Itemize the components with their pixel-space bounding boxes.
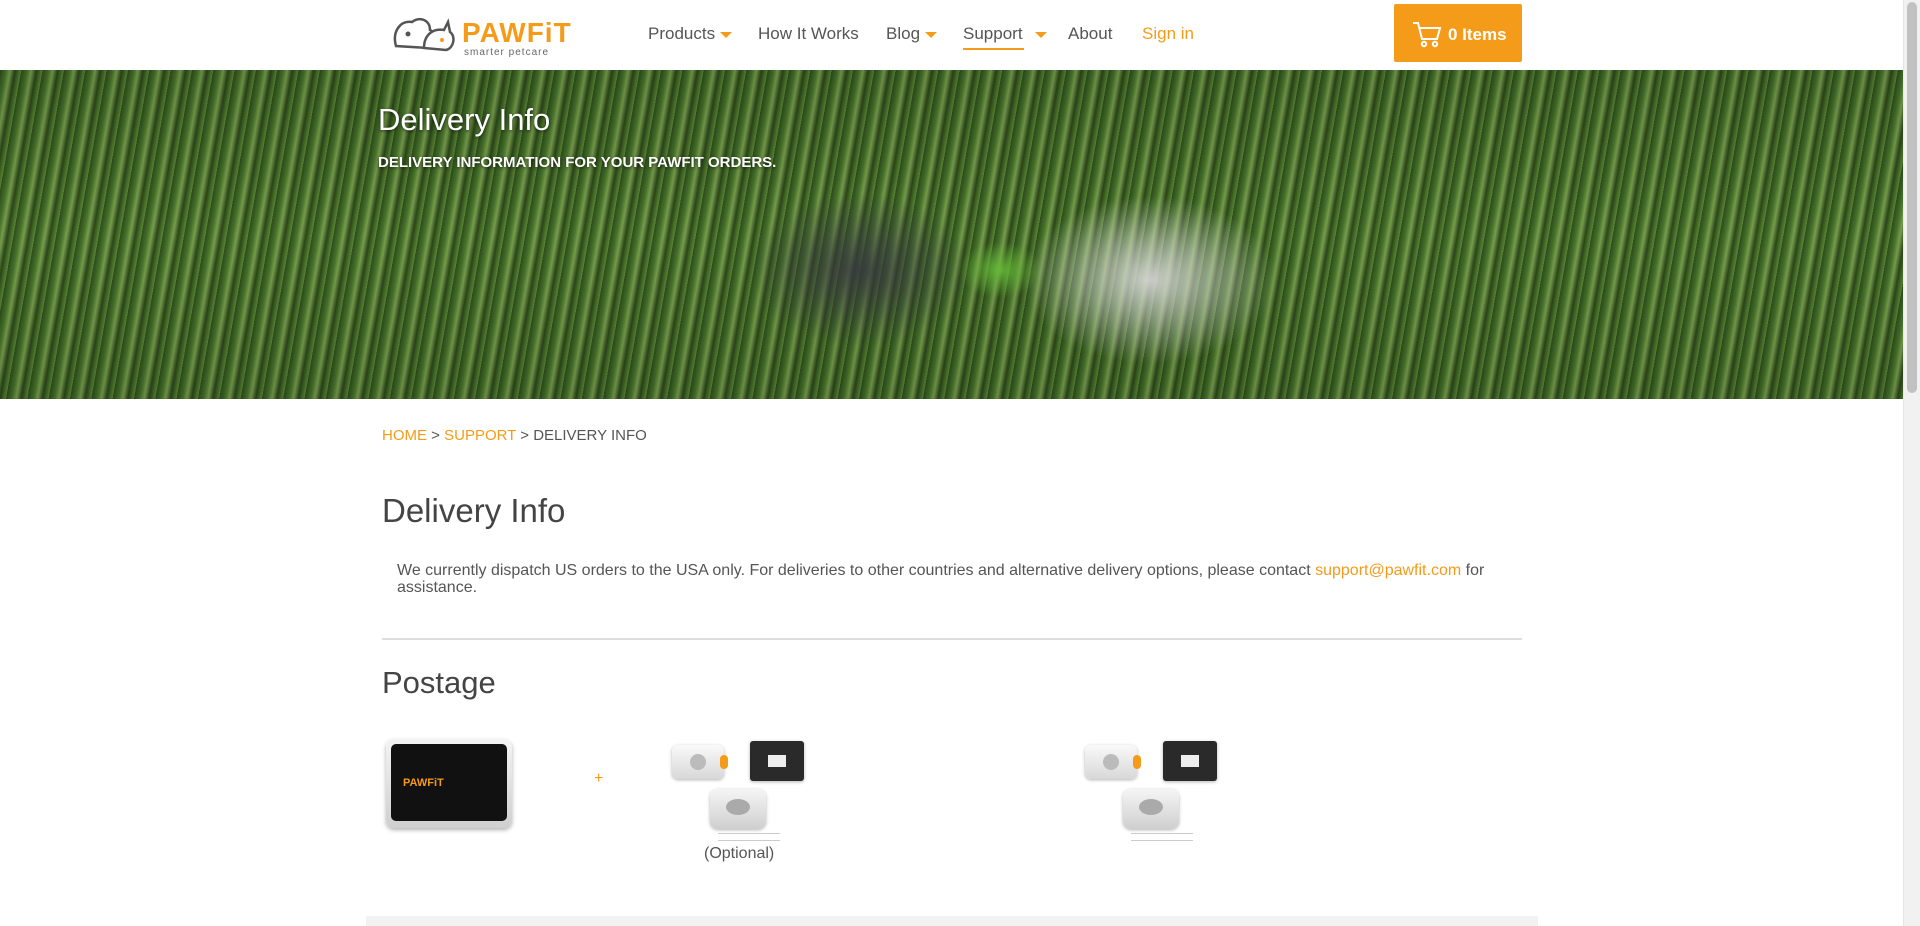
nav-blog[interactable]: Blog [886,24,938,44]
charger-accessory [1123,789,1179,829]
optional-label: (Optional) [704,845,775,862]
nav-blog-label: Blog [886,24,921,43]
nav-products-label: Products [648,24,716,43]
hero-subtitle: DELIVERY INFORMATION FOR YOUR PAWFIT ORD… [378,154,777,171]
section-divider [382,638,1522,640]
intro-text: We currently dispatch US orders to the U… [397,562,1316,579]
delivery-intro: We currently dispatch US orders to the U… [397,562,1507,596]
clip-accessory [1085,745,1141,779]
dog-cat-logo-icon [393,18,455,52]
nav-support[interactable]: Support [963,24,1047,50]
postage-heading: Postage [382,665,496,700]
cable-accessory [718,833,780,841]
nav-products[interactable]: Products [648,24,733,44]
accessories-image [1085,741,1225,851]
chevron-down-icon [1034,31,1047,38]
cart-button[interactable]: 0 Items [1394,4,1522,62]
tracker-screen-logo: PAWFiT [403,777,444,789]
cart-count: 0 Items [1448,25,1507,44]
hero-title: Delivery Info [378,102,551,137]
mount-accessory [750,741,804,781]
pawfit-logo[interactable]: PAWFiT smarter petcare [390,12,575,58]
brand-tagline: smarter petcare [464,47,550,58]
page-scrollbar[interactable] [1903,0,1920,926]
breadcrumb-separator: > [427,427,445,444]
scrollbar-thumb[interactable] [1907,2,1917,393]
content-panel-edge [366,916,1538,926]
nav-sign-in[interactable]: Sign in [1142,24,1194,44]
clip-accessory [672,745,728,779]
mount-accessory [1163,741,1217,781]
active-indicator [963,48,1024,50]
breadcrumb-separator: > [516,427,534,444]
charger-accessory [710,789,766,829]
nav-how-it-works[interactable]: How It Works [758,24,859,44]
site-header: PAWFiT smarter petcare Products How It W… [0,0,1903,70]
tracker-screen: PAWFiT [391,744,507,821]
support-email-link[interactable]: support@pawfit.com [1315,562,1461,579]
breadcrumb-current: DELIVERY INFO [533,427,647,444]
accessories-image [672,741,812,851]
breadcrumb-support[interactable]: SUPPORT [444,427,516,444]
brand-wordmark: PAWFiT [462,17,572,48]
pawfit-tracker-image: PAWFiT [386,739,512,828]
hero-banner: Delivery Info DELIVERY INFORMATION FOR Y… [0,70,1903,399]
page-title: Delivery Info [382,492,566,529]
breadcrumb-home[interactable]: HOME [382,427,427,444]
cart-icon [1413,22,1442,48]
cable-accessory [1131,833,1193,841]
nav-about[interactable]: About [1068,24,1112,44]
plus-sign: + [594,770,604,787]
chevron-down-icon [925,31,938,38]
breadcrumb: HOME > SUPPORT > DELIVERY INFO [382,427,647,444]
nav-support-label: Support [963,24,1023,43]
chevron-down-icon [720,31,733,38]
